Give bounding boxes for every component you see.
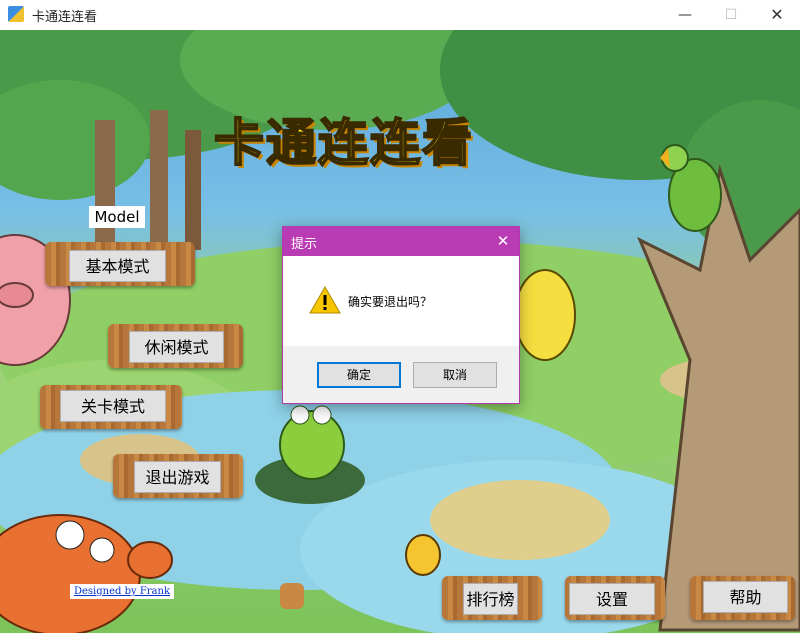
warning-icon <box>309 285 341 314</box>
basic-mode-button[interactable]: 基本模式 <box>69 250 166 282</box>
dialog-footer: 确定 取消 <box>283 346 519 403</box>
app-icon <box>8 6 24 22</box>
game-title: 卡通连连看 <box>213 113 474 173</box>
credit-link[interactable]: Designed by Frank <box>70 584 174 599</box>
close-button[interactable]: ✕ <box>754 0 800 30</box>
exit-game-button[interactable]: 退出游戏 <box>134 461 221 493</box>
dialog-titlebar: 提示 ✕ <box>283 227 519 256</box>
window-titlebar: 卡通连连看 — ☐ ✕ <box>0 0 800 30</box>
casual-mode-button[interactable]: 休闲模式 <box>129 331 224 363</box>
dialog-title: 提示 <box>291 237 318 252</box>
dialog-message: 确实要退出吗？ <box>348 295 433 309</box>
minimize-button[interactable]: — <box>662 0 708 30</box>
maximize-button[interactable]: ☐ <box>708 0 754 30</box>
leaderboard-button[interactable]: 排行榜 <box>463 583 518 615</box>
help-button[interactable]: 帮助 <box>703 581 788 613</box>
level-mode-button[interactable]: 关卡模式 <box>60 390 166 422</box>
ok-button[interactable]: 确定 <box>317 362 401 388</box>
dialog-body: 确实要退出吗？ <box>283 256 519 346</box>
model-label: Model <box>89 206 145 228</box>
settings-button[interactable]: 设置 <box>569 583 655 615</box>
cancel-button[interactable]: 取消 <box>413 362 497 388</box>
confirm-dialog: 提示 ✕ 确实要退出吗？ 确定 取消 <box>282 226 520 404</box>
window-title: 卡通连连看 <box>32 10 98 25</box>
dialog-close-button[interactable]: ✕ <box>491 230 515 252</box>
